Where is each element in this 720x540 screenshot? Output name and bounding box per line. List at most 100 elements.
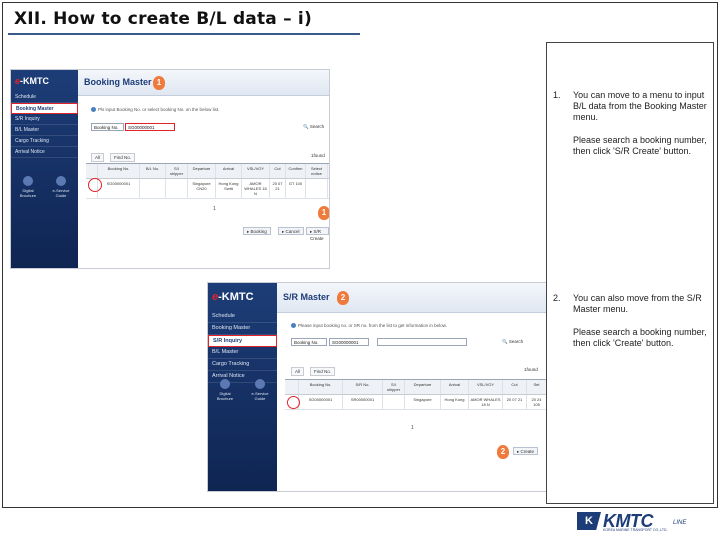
- page-header: Booking Master: [78, 70, 329, 96]
- sidebar-item-arrival-notice[interactable]: Arrival Notice: [11, 147, 78, 158]
- tab-find-no[interactable]: Find No.: [310, 367, 336, 376]
- col-set: Set: [527, 380, 547, 394]
- booking-button[interactable]: ▸ Booking: [243, 227, 271, 235]
- kmtc-line-logo: K KMTC LINE KOREA MARINE TRANSPORT CO.,L…: [577, 510, 695, 534]
- title-underline: [8, 33, 360, 35]
- sidebar-item-booking-master[interactable]: Booking Master: [11, 103, 78, 114]
- digital-brochure-link[interactable]: Digital Brochure: [211, 379, 239, 401]
- table-header: Booking No. S/R No. S/I shipper Departur…: [285, 380, 549, 395]
- col-check: [86, 164, 98, 178]
- col-vsl-voy: VSL/VOY: [469, 380, 503, 394]
- sidebar-links: Digital Brochure e-Service Guide: [14, 176, 75, 198]
- sidebar-item-sr-inquiry[interactable]: S/R Inquiry: [208, 335, 277, 347]
- service-guide-link[interactable]: e-Service Guide: [246, 379, 274, 401]
- sr-number-input[interactable]: [377, 338, 467, 346]
- cell-departure: Singapore CN20: [188, 179, 216, 198]
- col-sr-no: S/R No.: [343, 380, 383, 394]
- kmtc-mark-icon: K: [577, 512, 601, 530]
- sidebar-item-schedule[interactable]: Schedule: [11, 92, 78, 103]
- guide-icon: [56, 176, 66, 186]
- search-button[interactable]: 🔍 Search: [499, 338, 526, 346]
- sr-master-screenshot: e-KMTC Schedule Booking Master S/R Inqui…: [207, 282, 552, 492]
- sidebar: e-KMTC Schedule Booking Master S/R Inqui…: [208, 283, 277, 491]
- table-row[interactable]: SG00000001 Singapore CN20 Hong Kong Swit…: [86, 179, 329, 199]
- cell-arrival: Hong Kong Switt: [216, 179, 242, 198]
- search-button[interactable]: 🔍 Search: [300, 123, 327, 131]
- step-2: 2. You can also move from the S/R Master…: [553, 293, 713, 349]
- booking-number-input[interactable]: SG00000001: [125, 123, 175, 131]
- step-text: You can also move from the S/R Master me…: [573, 293, 702, 314]
- page-title: Booking Master: [84, 77, 152, 87]
- step-subtext: Please search a booking number, then cli…: [573, 327, 707, 348]
- page-number[interactable]: 1: [213, 206, 216, 212]
- info-icon: [291, 323, 296, 329]
- service-guide-link[interactable]: e-Service Guide: [47, 176, 75, 198]
- search-hint: Pls input Booking No. or select booking …: [91, 107, 219, 113]
- brand-tagline: KOREA MARINE TRANSPORT CO.,LTD.: [603, 528, 668, 532]
- col-check: [285, 380, 299, 394]
- sidebar-item-booking-master[interactable]: Booking Master: [208, 323, 277, 335]
- brochure-icon: [220, 379, 230, 389]
- cell-departure: Singapore: [405, 395, 441, 409]
- step-subtext: Please search a booking number, then cli…: [573, 135, 707, 156]
- cell-sr-no: SR00000001: [343, 395, 383, 409]
- create-button[interactable]: ▸ Create: [513, 447, 539, 455]
- brochure-icon: [23, 176, 33, 186]
- sr-table: Booking No. S/R No. S/I shipper Departur…: [285, 379, 549, 410]
- sidebar-links: Digital Brochure e-Service Guide: [211, 379, 274, 401]
- cancel-button[interactable]: ▸ Cancel: [278, 227, 304, 235]
- step-number: 1.: [553, 90, 561, 100]
- page-number[interactable]: 1: [411, 425, 414, 431]
- tab-all[interactable]: All: [291, 367, 305, 376]
- cell-vsl-voy: AMOR WHALES 18 N: [242, 179, 270, 198]
- sidebar-item-cargo-tracking[interactable]: Cargo Tracking: [11, 136, 78, 147]
- table-header: Booking No. B/L No. S/I shipper Departur…: [86, 164, 329, 179]
- booking-number-input[interactable]: SG00000001: [329, 338, 369, 346]
- info-icon: [91, 107, 96, 113]
- instructions-panel: 1. You can move to a menu to input B/L d…: [546, 42, 714, 504]
- highlight-circle: [88, 178, 102, 192]
- search-type-select[interactable]: Booking No.: [91, 123, 124, 131]
- step-number: 2.: [553, 293, 561, 303]
- table-row[interactable]: SG00000001 SR00000001 Singapore Hong Kon…: [285, 395, 549, 410]
- ekmtc-logo: e-KMTC: [15, 76, 50, 86]
- digital-brochure-link[interactable]: Digital Brochure: [14, 176, 42, 198]
- booking-master-screenshot: e-KMTC Schedule Booking Master S/R Inqui…: [10, 69, 330, 269]
- sr-create-button[interactable]: ▸ S/R Create: [306, 227, 329, 241]
- col-si-shipper: S/I shipper: [166, 164, 188, 178]
- booking-master-main: Booking Master 1 Pls input Booking No. o…: [78, 70, 329, 268]
- col-arrival: Arrival: [216, 164, 242, 178]
- cell-si-shipper: [166, 179, 188, 198]
- slide-title: XII. How to create B/L data – i): [14, 9, 312, 29]
- sidebar-item-sr-inquiry[interactable]: S/R Inquiry: [11, 114, 78, 125]
- tab-all[interactable]: All: [91, 153, 105, 162]
- sidebar-item-cargo-tracking[interactable]: Cargo Tracking: [208, 359, 277, 371]
- sidebar-item-schedule[interactable]: Schedule: [208, 311, 277, 323]
- tab-find-no[interactable]: Find No.: [110, 153, 136, 162]
- col-departure: Departure: [405, 380, 441, 394]
- cell-bl-no: [140, 179, 166, 198]
- cell-select-notice: [306, 179, 328, 198]
- highlight-circle: [287, 396, 300, 409]
- ekmtc-logo: e-KMTC: [212, 291, 254, 303]
- sidebar-item-bl-master[interactable]: B/L Master: [11, 125, 78, 136]
- cell-confirm: GT 100: [286, 179, 306, 198]
- col-cut: Cut: [270, 164, 286, 178]
- col-cut: Cut: [503, 380, 527, 394]
- sidebar-item-bl-master[interactable]: B/L Master: [208, 347, 277, 359]
- sidebar: e-KMTC Schedule Booking Master S/R Inqui…: [11, 70, 78, 268]
- col-arrival: Arrival: [441, 380, 469, 394]
- page-title: S/R Master: [283, 292, 330, 302]
- col-vsl-voy: VSL/VOY: [242, 164, 270, 178]
- brand-line: LINE: [673, 520, 687, 526]
- cell-cut: 20 07 21: [270, 179, 286, 198]
- sr-master-main: S/R Master 2 Please input booking no. or…: [277, 283, 551, 491]
- col-confirm: Confirm: [286, 164, 306, 178]
- booking-table: Booking No. B/L No. S/I shipper Departur…: [86, 163, 329, 199]
- search-type-select[interactable]: Booking No.: [291, 338, 327, 346]
- col-booking-no: Booking No.: [299, 380, 343, 394]
- list-tabs: All Find No.: [291, 367, 336, 376]
- list-tabs: All Find No.: [91, 153, 136, 162]
- cell-set: 20 24 105: [527, 395, 547, 409]
- cell-cut: 20 07 21: [503, 395, 527, 409]
